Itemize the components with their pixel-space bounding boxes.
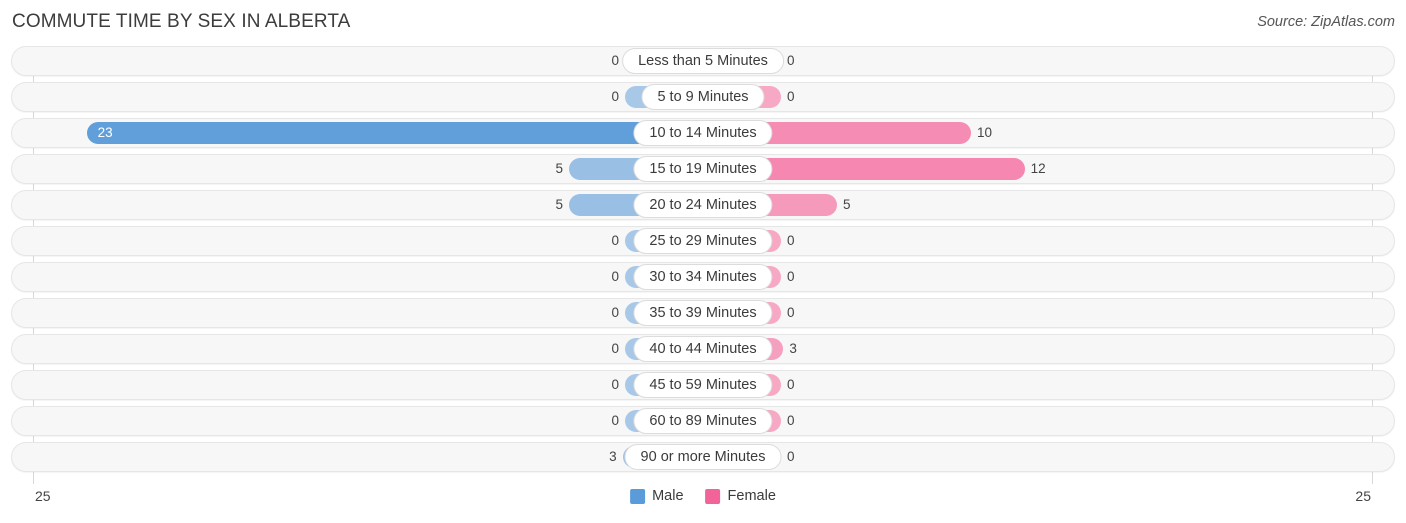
male-value: 23 (97, 125, 113, 140)
plot-area: 0 0 Less than 5 Minutes 0 0 5 to 9 Minutes 23 1… (0, 46, 1406, 484)
category-label: 30 to 34 Minutes (633, 264, 773, 290)
female-value: 0 (787, 233, 795, 248)
female-half: 3 (703, 338, 1394, 360)
commute-time-chart: COMMUTE TIME BY SEX IN ALBERTA Source: Z… (0, 0, 1406, 523)
female-half: 12 (703, 158, 1394, 180)
female-value: 0 (787, 89, 795, 104)
male-value: 3 (609, 449, 617, 464)
female-value: 0 (787, 377, 795, 392)
category-label: 25 to 29 Minutes (633, 228, 773, 254)
female-value: 0 (787, 449, 795, 464)
table-row[interactable]: 0 0 Less than 5 Minutes (11, 46, 1395, 76)
female-value: 0 (787, 269, 795, 284)
female-half: 0 (703, 446, 1394, 468)
female-value: 0 (787, 305, 795, 320)
male-half: 0 (12, 230, 703, 252)
category-label: 20 to 24 Minutes (633, 192, 773, 218)
male-value: 0 (611, 89, 619, 104)
male-half: 5 (12, 158, 703, 180)
male-value: 0 (611, 413, 619, 428)
female-half: 0 (703, 86, 1394, 108)
page-title: COMMUTE TIME BY SEX IN ALBERTA (12, 11, 351, 32)
table-row[interactable]: 3 0 90 or more Minutes (11, 442, 1395, 472)
male-value: 5 (555, 161, 563, 176)
male-value: 0 (611, 377, 619, 392)
male-half: 0 (12, 86, 703, 108)
source-attribution: Source: ZipAtlas.com (1257, 14, 1395, 30)
table-row[interactable]: 0 0 30 to 34 Minutes (11, 262, 1395, 292)
bar-rows: 0 0 Less than 5 Minutes 0 0 5 to 9 Minutes 23 1… (0, 46, 1406, 472)
female-half: 0 (703, 374, 1394, 396)
female-half: 5 (703, 194, 1394, 216)
table-row[interactable]: 0 3 40 to 44 Minutes (11, 334, 1395, 364)
female-half: 0 (703, 410, 1394, 432)
male-half: 0 (12, 338, 703, 360)
male-value: 0 (611, 233, 619, 248)
category-label: 60 to 89 Minutes (633, 408, 773, 434)
male-value: 0 (611, 305, 619, 320)
category-label: 35 to 39 Minutes (633, 300, 773, 326)
category-label: 10 to 14 Minutes (633, 120, 773, 146)
female-half: 0 (703, 266, 1394, 288)
male-half: 0 (12, 302, 703, 324)
table-row[interactable]: 0 0 60 to 89 Minutes (11, 406, 1395, 436)
male-half: 0 (12, 374, 703, 396)
male-half: 23 (12, 122, 703, 144)
category-label: Less than 5 Minutes (622, 48, 784, 74)
table-row[interactable]: 0 0 5 to 9 Minutes (11, 82, 1395, 112)
female-value: 3 (789, 341, 797, 356)
male-bar[interactable] (86, 122, 703, 144)
female-half: 0 (703, 230, 1394, 252)
table-row[interactable]: 5 5 20 to 24 Minutes (11, 190, 1395, 220)
male-half: 5 (12, 194, 703, 216)
legend-item-male[interactable]: Male (630, 488, 684, 504)
category-label: 45 to 59 Minutes (633, 372, 773, 398)
table-row[interactable]: 0 0 45 to 59 Minutes (11, 370, 1395, 400)
axis-max-left: 25 (35, 488, 51, 504)
legend: Male Female (630, 488, 776, 504)
male-value: 5 (555, 197, 563, 212)
female-value: 10 (977, 125, 993, 140)
male-half: 0 (12, 410, 703, 432)
table-row[interactable]: 0 0 25 to 29 Minutes (11, 226, 1395, 256)
female-value: 5 (843, 197, 851, 212)
legend-label-male: Male (652, 488, 684, 504)
female-value: 0 (787, 413, 795, 428)
male-half: 3 (12, 446, 703, 468)
legend-swatch-female-icon (705, 488, 721, 504)
legend-item-female[interactable]: Female (705, 488, 776, 504)
category-label: 40 to 44 Minutes (633, 336, 773, 362)
female-value: 12 (1030, 161, 1046, 176)
legend-swatch-male-icon (630, 488, 646, 504)
female-half: 0 (703, 302, 1394, 324)
female-half: 0 (703, 50, 1394, 72)
table-row[interactable]: 5 12 15 to 19 Minutes (11, 154, 1395, 184)
legend-label-female: Female (727, 488, 776, 504)
table-row[interactable]: 0 0 35 to 39 Minutes (11, 298, 1395, 328)
category-label: 90 or more Minutes (624, 444, 782, 470)
female-half: 10 (703, 122, 1394, 144)
category-label: 5 to 9 Minutes (641, 84, 765, 110)
male-value: 0 (611, 269, 619, 284)
male-half: 0 (12, 266, 703, 288)
category-label: 15 to 19 Minutes (633, 156, 773, 182)
table-row[interactable]: 23 10 10 to 14 Minutes (11, 118, 1395, 148)
axis-max-right: 25 (1355, 488, 1371, 504)
male-half: 0 (12, 50, 703, 72)
chart-header: COMMUTE TIME BY SEX IN ALBERTA Source: Z… (0, 0, 1406, 44)
male-value: 0 (611, 341, 619, 356)
chart-footer: 25 25 Male Female (0, 484, 1406, 518)
